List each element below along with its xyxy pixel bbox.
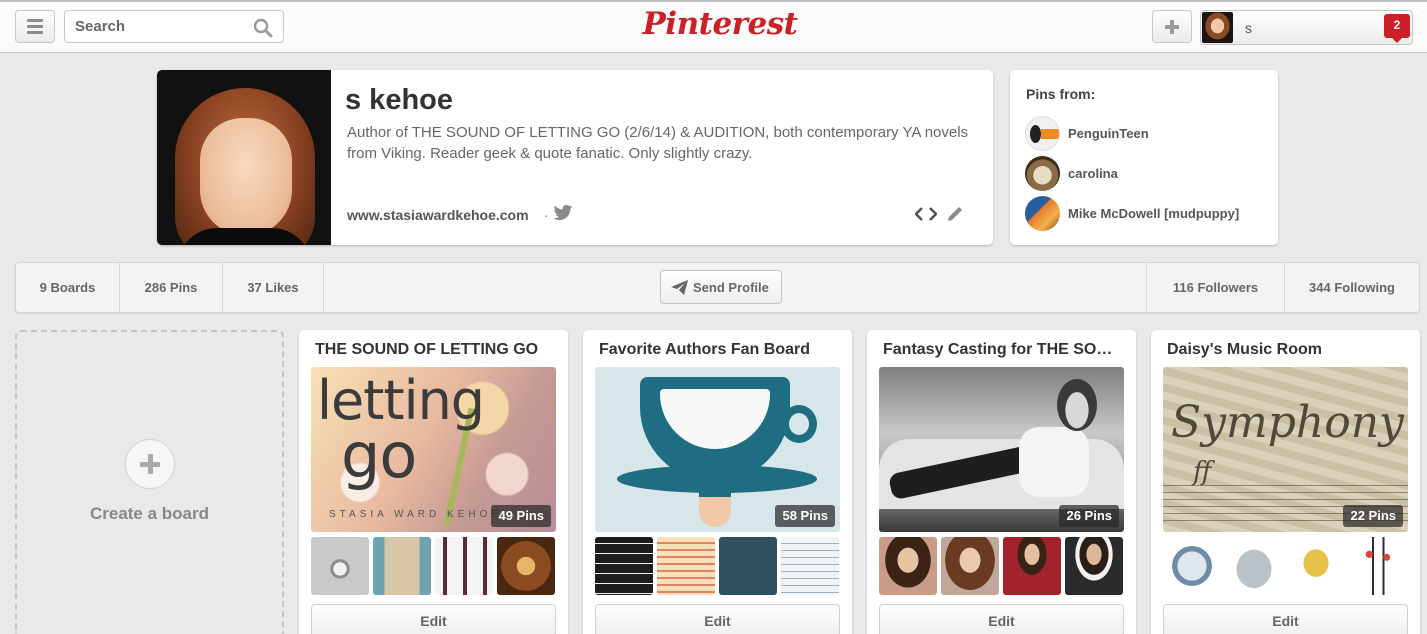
tab-following[interactable]: 344 Following bbox=[1284, 263, 1419, 312]
thumbnail[interactable] bbox=[1065, 537, 1123, 595]
profile-bio: Author of THE SOUND OF LETTING GO (2/6/1… bbox=[347, 124, 969, 162]
tab-boards[interactable]: 9 Boards bbox=[16, 263, 120, 312]
user-menu-button[interactable]: s bbox=[1200, 10, 1413, 45]
board-cover-image[interactable]: 26 Pins bbox=[879, 367, 1124, 532]
send-profile-label: Send Profile bbox=[693, 280, 769, 295]
board-cover-image[interactable]: letting go STASIA WARD KEHOE 49 Pins bbox=[311, 367, 556, 532]
profile-card: s kehoe Author of THE SOUND OF LETTING G… bbox=[157, 70, 993, 245]
add-pin-button[interactable] bbox=[1152, 10, 1192, 43]
board-cover-image[interactable]: 58 Pins bbox=[595, 367, 840, 532]
top-bar: Pinterest s 2 bbox=[0, 2, 1427, 53]
thumbnail[interactable] bbox=[781, 537, 839, 595]
menu-icon-bar bbox=[27, 19, 43, 22]
user-avatar bbox=[1025, 196, 1060, 231]
website-separator: · bbox=[544, 207, 549, 223]
create-board-card[interactable]: Create a board bbox=[15, 330, 284, 634]
pin-count-badge: 58 Pins bbox=[775, 505, 835, 527]
tab-pins[interactable]: 286 Pins bbox=[120, 263, 223, 312]
thumbnail[interactable] bbox=[1287, 537, 1345, 595]
edit-board-button[interactable]: Edit bbox=[595, 604, 840, 634]
pins-from-panel: Pins from: PenguinTeen carolina Mike McD… bbox=[1010, 70, 1278, 245]
board-card[interactable]: Daisy's Music Room Symphony ff 22 Pins E… bbox=[1151, 330, 1420, 634]
board-thumbnails bbox=[879, 537, 1124, 595]
embed-code-icon[interactable] bbox=[915, 206, 937, 222]
edit-profile-icon[interactable] bbox=[946, 205, 964, 223]
cover-teacup-handle bbox=[781, 405, 817, 443]
cover-girl-figure bbox=[699, 487, 731, 527]
board-title[interactable]: Favorite Authors Fan Board bbox=[599, 341, 839, 359]
thumbnail[interactable] bbox=[497, 537, 555, 595]
pinterest-logo[interactable]: Pinterest bbox=[640, 6, 800, 42]
pin-count-badge: 49 Pins bbox=[491, 505, 551, 527]
board-thumbnails bbox=[311, 537, 556, 595]
search-box bbox=[64, 10, 284, 43]
pins-from-item[interactable]: Mike McDowell [mudpuppy] bbox=[1025, 196, 1275, 232]
cover-head bbox=[1057, 379, 1097, 431]
penguin-teen-avatar bbox=[1025, 116, 1060, 151]
cover-script: Symphony bbox=[1171, 397, 1404, 448]
cover-body bbox=[1019, 427, 1089, 497]
plus-icon bbox=[125, 439, 175, 489]
pins-from-label: PenguinTeen bbox=[1068, 126, 1149, 141]
send-icon bbox=[671, 280, 688, 295]
tab-followers[interactable]: 116 Followers bbox=[1146, 263, 1284, 312]
photo-face bbox=[200, 118, 292, 236]
board-cover-image[interactable]: Symphony ff 22 Pins bbox=[1163, 367, 1408, 532]
send-profile-button[interactable]: Send Profile bbox=[660, 270, 782, 304]
pin-count-badge: 26 Pins bbox=[1059, 505, 1119, 527]
board-card[interactable]: Favorite Authors Fan Board 58 Pins Edit bbox=[583, 330, 852, 634]
search-icon[interactable] bbox=[253, 18, 273, 38]
board-title[interactable]: THE SOUND OF LETTING GO bbox=[315, 341, 555, 359]
user-name: s bbox=[1245, 20, 1252, 36]
avatar bbox=[1202, 12, 1233, 43]
pins-from-label: carolina bbox=[1068, 166, 1118, 181]
board-title[interactable]: Daisy's Music Room bbox=[1167, 341, 1407, 359]
thumbnail[interactable] bbox=[1225, 537, 1283, 595]
profile-photo bbox=[157, 70, 331, 245]
cover-byline: STASIA WARD KEHOE bbox=[329, 509, 503, 520]
thumbnail[interactable] bbox=[311, 537, 369, 595]
thumbnail[interactable] bbox=[1349, 537, 1407, 595]
thumbnail[interactable] bbox=[373, 537, 431, 595]
thumbnail[interactable] bbox=[879, 537, 937, 595]
twitter-icon[interactable] bbox=[553, 204, 573, 222]
menu-icon-bar bbox=[27, 25, 43, 28]
thumbnail[interactable] bbox=[595, 537, 653, 595]
search-input[interactable] bbox=[65, 11, 245, 42]
thumbnail[interactable] bbox=[719, 537, 777, 595]
board-card[interactable]: Fantasy Casting for THE SOUND OF LETTING… bbox=[867, 330, 1136, 634]
cat-avatar bbox=[1025, 156, 1060, 191]
pins-from-title: Pins from: bbox=[1026, 86, 1096, 102]
thumbnail[interactable] bbox=[941, 537, 999, 595]
profile-stats-bar: 9 Boards 286 Pins 37 Likes Send Profile … bbox=[15, 262, 1420, 313]
pin-count-badge: 22 Pins bbox=[1343, 505, 1403, 527]
pins-from-item[interactable]: PenguinTeen bbox=[1025, 116, 1275, 152]
thumbnail[interactable] bbox=[1003, 537, 1061, 595]
profile-name: s kehoe bbox=[345, 84, 453, 116]
create-board-label: Create a board bbox=[89, 504, 210, 523]
website-link[interactable]: www.stasiawardkehoe.com bbox=[347, 207, 529, 223]
notification-badge[interactable]: 2 bbox=[1384, 14, 1410, 43]
edit-board-button[interactable]: Edit bbox=[879, 604, 1124, 634]
board-thumbnails bbox=[1163, 537, 1408, 595]
cover-script: ff bbox=[1193, 457, 1212, 487]
edit-board-button[interactable]: Edit bbox=[1163, 604, 1408, 634]
pins-from-label: Mike McDowell [mudpuppy] bbox=[1068, 206, 1240, 221]
menu-icon-bar bbox=[27, 31, 43, 34]
menu-button[interactable] bbox=[15, 10, 55, 43]
cover-word: go bbox=[341, 419, 417, 492]
board-thumbnails bbox=[595, 537, 840, 595]
thumbnail[interactable] bbox=[657, 537, 715, 595]
edit-board-button[interactable]: Edit bbox=[311, 604, 556, 634]
tab-likes[interactable]: 37 Likes bbox=[223, 263, 324, 312]
thumbnail[interactable] bbox=[1163, 537, 1221, 595]
board-title[interactable]: Fantasy Casting for THE SOUND OF LETTING… bbox=[883, 341, 1123, 359]
board-card[interactable]: THE SOUND OF LETTING GO letting go STASI… bbox=[299, 330, 568, 634]
plus-icon bbox=[1165, 19, 1179, 34]
thumbnail[interactable] bbox=[435, 537, 493, 595]
pins-from-item[interactable]: carolina bbox=[1025, 156, 1275, 192]
